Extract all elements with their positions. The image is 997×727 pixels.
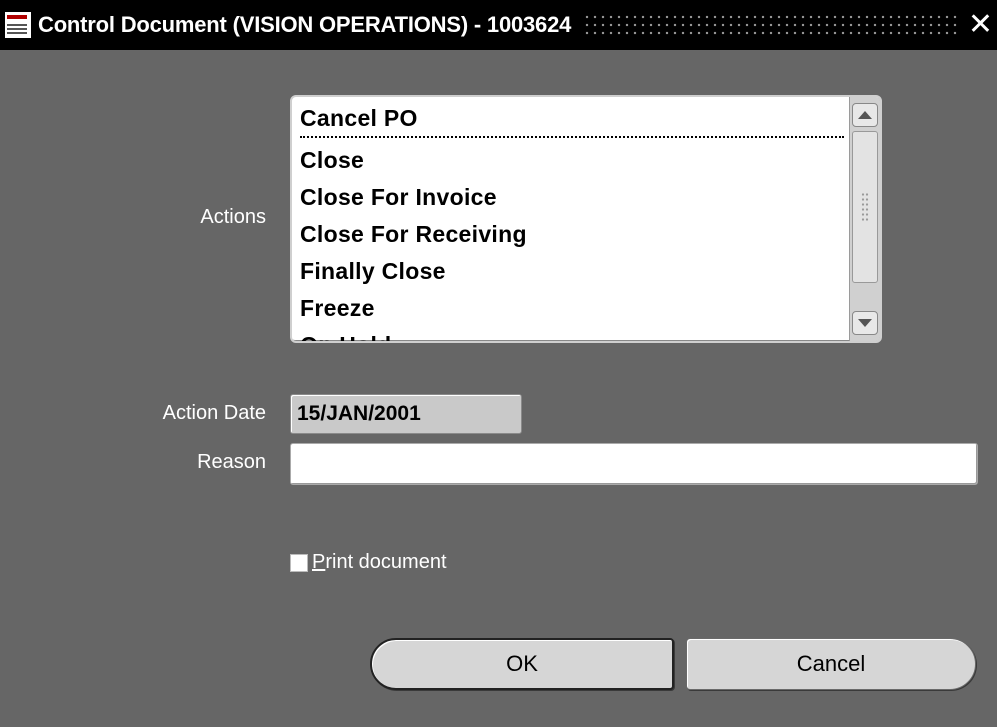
action-date-value: 15/JAN/2001 [297, 402, 421, 425]
reason-input[interactable] [290, 443, 978, 485]
action-list-item[interactable]: Close For Invoice [300, 179, 844, 216]
print-document-label[interactable]: Print document [312, 551, 447, 574]
action-date-label: Action Date [162, 402, 266, 424]
actions-scrollbar[interactable] [849, 97, 880, 341]
action-date-field[interactable]: 15/JAN/2001 [290, 394, 522, 434]
actions-list-items: Cancel PO Close Close For Invoice Close For… [300, 103, 844, 341]
print-document-checkbox[interactable] [290, 553, 308, 572]
action-list-item[interactable]: Close [300, 142, 844, 179]
arrow-up-icon [858, 111, 872, 119]
actions-list[interactable]: Cancel PO Close Close For Invoice Close For… [290, 95, 882, 343]
cancel-button[interactable]: Cancel [686, 638, 976, 690]
arrow-down-icon [858, 319, 872, 327]
close-icon[interactable]: ✕ [968, 10, 993, 40]
action-list-item[interactable]: Close For Receiving [300, 216, 844, 253]
scroll-thumb[interactable] [852, 131, 878, 283]
control-document-window: Control Document (VISION OPERATIONS) - 1… [0, 0, 997, 727]
scroll-down-button[interactable] [852, 311, 878, 335]
reason-label: Reason [197, 451, 266, 473]
action-list-item[interactable]: Freeze [300, 290, 844, 327]
ok-button[interactable]: OK [370, 638, 674, 690]
action-list-item[interactable]: Finally Close [300, 253, 844, 290]
title-bar[interactable]: Control Document (VISION OPERATIONS) - 1… [0, 0, 997, 50]
action-list-item[interactable]: On Hold [300, 327, 844, 341]
print-document-mnemonic: P [312, 551, 326, 573]
print-document-label-rest: rint document [325, 551, 447, 573]
print-document-checkbox-row[interactable]: Print document [290, 551, 447, 574]
title-bar-pattern [583, 13, 960, 37]
actions-label: Actions [200, 206, 266, 228]
window-title: Control Document (VISION OPERATIONS) - 1… [38, 12, 572, 37]
scroll-up-button[interactable] [852, 103, 878, 127]
action-list-item[interactable]: Cancel PO [300, 103, 844, 138]
grip-icon [861, 192, 869, 222]
oracle-applications-icon [4, 11, 32, 39]
